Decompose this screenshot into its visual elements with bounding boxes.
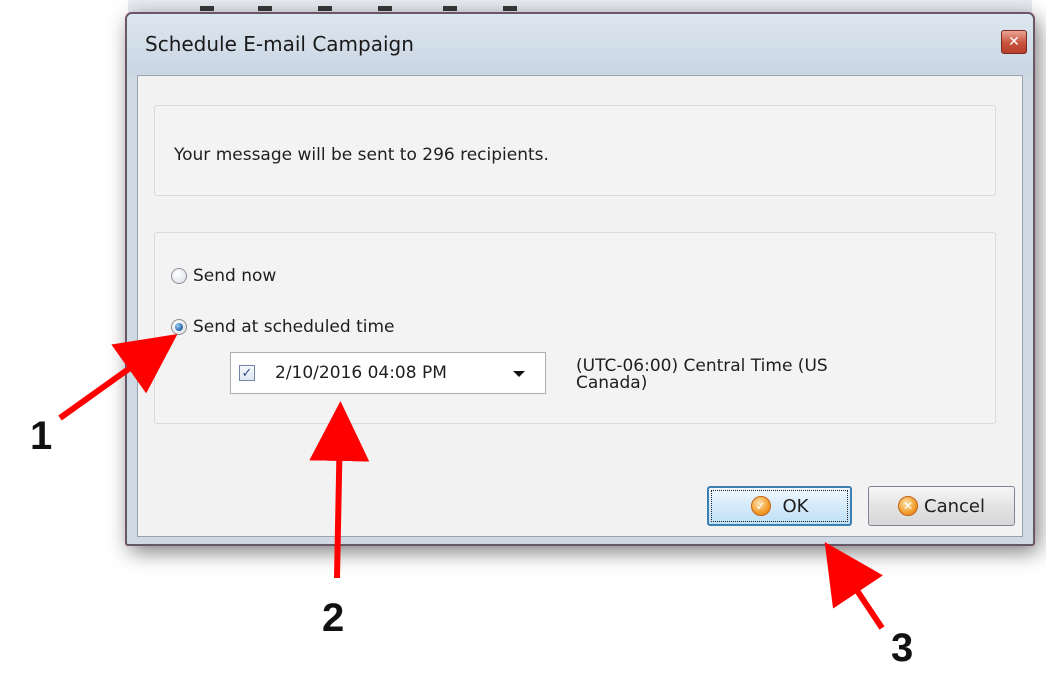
annotation-label-1: 1: [30, 414, 53, 458]
annotation-label-3: 3: [891, 626, 914, 670]
arrow-1: [58, 334, 178, 421]
annotation-arrows: [58, 334, 885, 630]
arrow-3: [824, 542, 885, 630]
annotation-label-2: 2: [322, 596, 345, 640]
arrow-2: [309, 401, 370, 579]
